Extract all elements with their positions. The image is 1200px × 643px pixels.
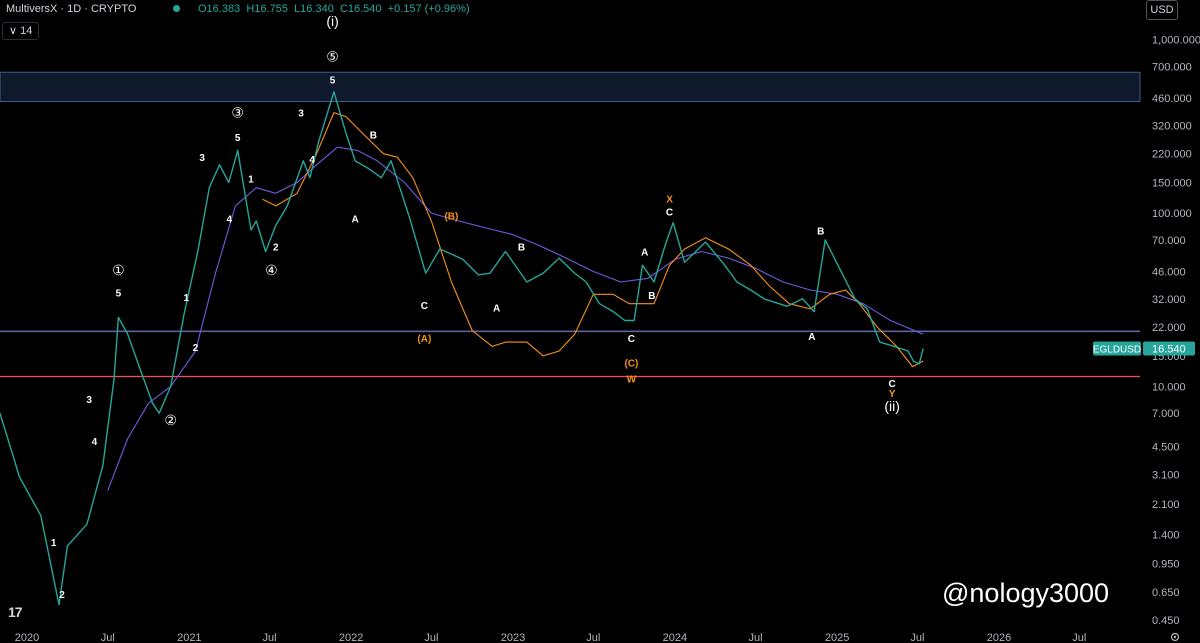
wave-label: 1 [51, 538, 57, 549]
gear-icon[interactable] [1170, 632, 1180, 642]
y-tick-label: 10.000 [1152, 381, 1186, 393]
wave-label: (i) [326, 13, 338, 29]
wave-label: (A) [417, 334, 431, 345]
wave-label: 5 [235, 133, 241, 144]
x-tick-label: Jul [101, 632, 115, 643]
wave-label: 2 [59, 590, 65, 601]
wave-label: ④ [265, 262, 278, 278]
x-tick-label: 2020 [15, 632, 39, 643]
x-tick-label: Jul [1072, 632, 1086, 643]
y-tick-label: 2.100 [1152, 499, 1180, 511]
wave-label: B [648, 291, 655, 302]
x-tick-label: 2023 [501, 632, 525, 643]
x-tick-label: 2024 [663, 632, 687, 643]
tradingview-logo[interactable]: 17 [8, 604, 23, 620]
y-tick-label: 1,000.000 [1152, 35, 1200, 47]
y-tick-label: 220.000 [1152, 149, 1192, 161]
resistance-band [0, 71, 1141, 102]
ma-fast-line [262, 112, 924, 368]
y-tick-label: 70.000 [1152, 235, 1186, 247]
wave-label: B [370, 130, 377, 141]
wave-label: B [817, 227, 824, 238]
x-tick-label: Jul [424, 632, 438, 643]
x-tick-label: 2026 [987, 632, 1011, 643]
y-tick-label: 460.000 [1152, 93, 1192, 105]
wave-label: 5 [330, 75, 336, 86]
wave-label: C [666, 207, 673, 218]
y-tick-label: 22.000 [1152, 322, 1186, 334]
wave-label: 2 [193, 343, 199, 354]
wave-label: 4 [92, 437, 98, 448]
symbol-tag-label: EGLDUSD [1093, 345, 1141, 356]
wave-label: A [352, 215, 359, 226]
wave-label: 3 [86, 395, 92, 406]
y-tick-label: 100.000 [1152, 208, 1192, 220]
y-tick-label: 320.000 [1152, 121, 1192, 133]
wave-label: 3 [298, 109, 304, 120]
wave-label: A [493, 304, 500, 315]
x-tick-label: 2025 [825, 632, 849, 643]
x-tick-label: 2021 [177, 632, 201, 643]
y-tick-label: 0.650 [1152, 587, 1180, 599]
y-tick-label: 4.500 [1152, 441, 1180, 453]
ma-slow-line [107, 146, 924, 491]
wave-label: B [518, 242, 525, 253]
x-tick-label: Jul [586, 632, 600, 643]
wave-label: A [808, 332, 815, 343]
y-tick-label: 0.950 [1152, 559, 1180, 571]
wave-label: ③ [231, 105, 244, 121]
wave-label: (B) [444, 211, 458, 222]
x-tick-label: Jul [263, 632, 277, 643]
y-tick-label: 7.000 [1152, 408, 1180, 420]
wave-label: 4 [226, 215, 232, 226]
wave-label: 5 [116, 289, 122, 300]
y-tick-label: 32.000 [1152, 294, 1186, 306]
y-tick-label: 3.100 [1152, 470, 1180, 482]
wave-label: 2 [273, 242, 279, 253]
x-tick-label: 2022 [339, 632, 363, 643]
y-tick-label: 1.400 [1152, 529, 1180, 541]
y-tick-label: 0.450 [1152, 615, 1180, 627]
wave-label: W [627, 375, 637, 386]
wave-label: 1 [248, 175, 254, 186]
wave-label: ① [112, 262, 125, 278]
wave-label: (ii) [884, 398, 900, 414]
wave-label: C [628, 334, 635, 345]
last-price-label: 16.540 [1152, 344, 1186, 356]
y-tick-label: 700.000 [1152, 62, 1192, 74]
author-watermark: @nology3000 [942, 578, 1110, 608]
y-tick-label: 46.000 [1152, 267, 1186, 279]
wave-label: 4 [309, 155, 315, 166]
price-chart[interactable]: 2 1 4 3 5 ① ② 2 1 3 4 5 ③ 1 2 ④ 3 4 5 ⑤ (i) A B (B) C (A) B A A B C (C)… [0, 0, 1200, 643]
wave-label: ② [164, 412, 177, 428]
wave-label: 1 [183, 293, 189, 304]
wave-label: ⑤ [326, 48, 339, 64]
wave-label: A [641, 247, 648, 258]
x-tick-label: Jul [749, 632, 763, 643]
wave-label: 3 [199, 153, 205, 164]
wave-label: (C) [624, 359, 638, 370]
y-tick-label: 150.000 [1152, 178, 1192, 190]
x-tick-label: Jul [910, 632, 924, 643]
wave-label: X [666, 195, 673, 206]
price-line [0, 91, 924, 606]
wave-label: C [421, 301, 428, 312]
